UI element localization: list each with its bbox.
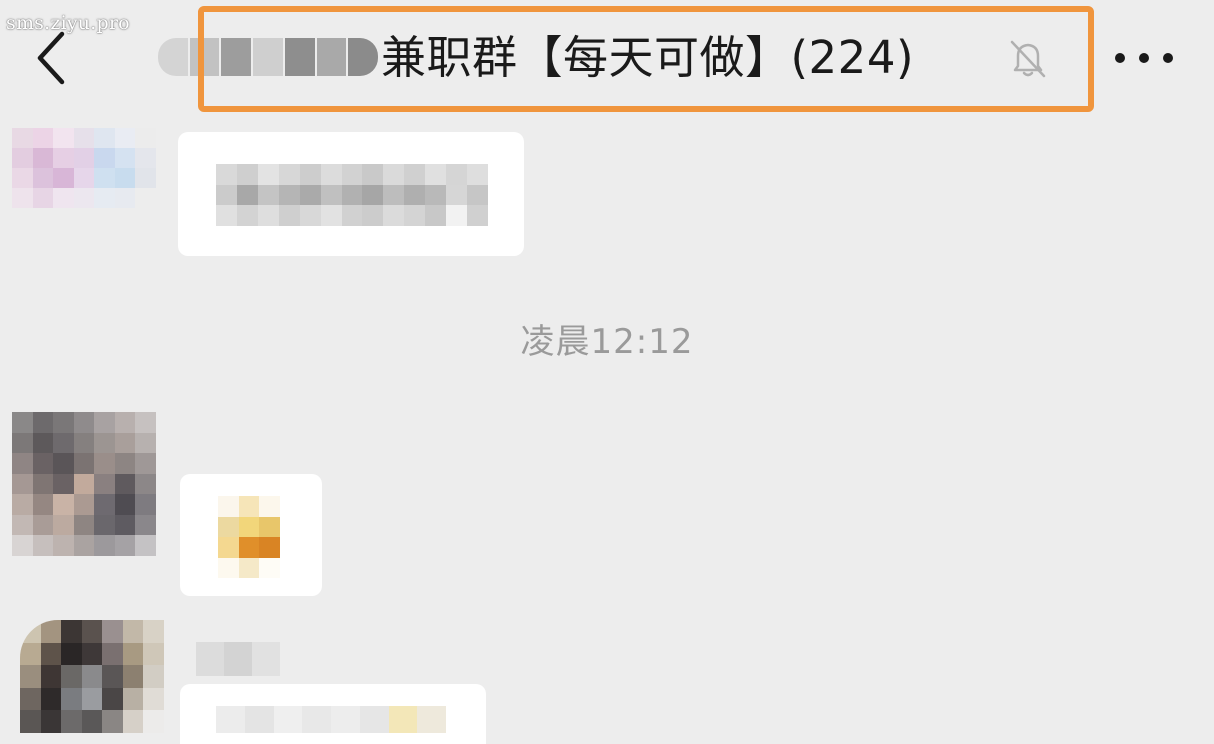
blurred-sender-name [196, 642, 280, 676]
chevron-left-icon [37, 31, 65, 85]
avatar[interactable] [20, 620, 164, 733]
back-button[interactable] [32, 28, 72, 88]
bell-off-icon [1006, 36, 1050, 80]
emoji-image [218, 496, 280, 578]
more-button[interactable] [1110, 40, 1180, 76]
more-dots-icon [1115, 53, 1173, 63]
avatar[interactable] [12, 412, 156, 556]
title-highlight-box [198, 6, 1094, 112]
watermark: sms.ziyu.pro [6, 12, 130, 34]
chat-header: 兼职群【每天可做】(224) [0, 0, 1214, 122]
message-timestamp: 凌晨12:12 [520, 322, 694, 362]
blurred-message-text [216, 164, 488, 226]
blurred-message-text [216, 706, 446, 733]
avatar[interactable] [12, 128, 156, 208]
